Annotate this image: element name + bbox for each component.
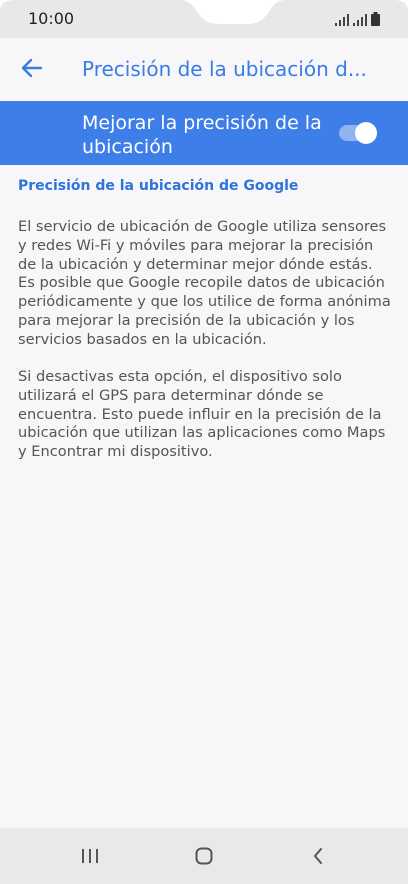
recents-button[interactable] [70,842,110,870]
page-title: Precisión de la ubicación d... [82,57,367,81]
battery-icon [371,12,380,26]
status-icons [335,10,380,26]
status-bar: 10:00 [0,0,408,38]
back-button[interactable] [14,50,50,86]
nav-back-button[interactable] [298,842,338,870]
section-heading: Precisión de la ubicación de Google [18,178,299,194]
home-icon [195,847,213,865]
improve-accuracy-toggle-row[interactable]: Mejorar la precisión de la ubicación [0,101,408,165]
home-button[interactable] [184,842,224,870]
signal-icon [335,14,349,26]
signal-icon-2 [353,14,367,26]
app-bar: Precisión de la ubicación d... [0,38,408,100]
arrow-left-icon [22,59,42,77]
switch-thumb [355,122,377,144]
status-time: 10:00 [28,9,75,28]
recents-icon [82,849,98,863]
toggle-label: Mejorar la precisión de la ubicación [82,112,322,158]
description-paragraph-2: Si desactivas esta opción, el dispositiv… [18,368,386,461]
improve-accuracy-switch[interactable] [339,122,381,144]
navigation-bar [0,828,408,884]
description-paragraph-1: El servicio de ubicación de Google utili… [18,218,391,348]
back-chevron-icon [314,848,322,864]
